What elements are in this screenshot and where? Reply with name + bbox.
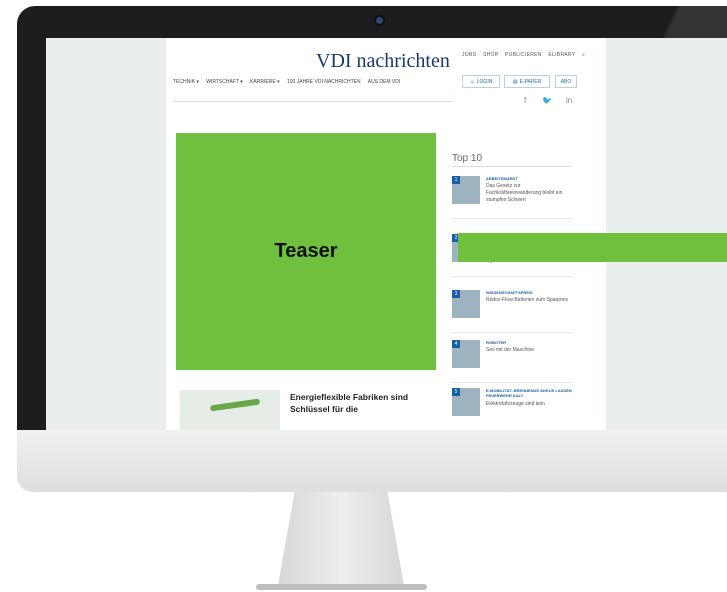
top10-item-number: 4 — [452, 340, 460, 348]
camera-icon — [376, 17, 383, 24]
logo-prefix: VDI — [316, 50, 352, 72]
epaper-button[interactable]: ▤ E-PAPER — [504, 75, 550, 88]
login-button[interactable]: ☺ LOGIN — [462, 75, 500, 88]
top10-item[interactable]: 3 WISSENSCHAFTSPREIS Redox-Flow-Batterie… — [452, 290, 577, 336]
nav-item-100-jahre[interactable]: 100 JAHRE VDI NACHRICHTEN — [287, 79, 361, 85]
top10-item-category: ARBEITSMARKT — [486, 176, 518, 181]
site-logo[interactable]: VDI nachrichten — [316, 50, 450, 73]
nav-item-technik[interactable]: TECHNIK ▾ — [173, 79, 199, 85]
epaper-label: E-PAPER — [519, 78, 542, 85]
top10-item-category: WISSENSCHAFTSPREIS — [486, 290, 533, 295]
nav-divider — [173, 101, 453, 102]
nav-item-wirtschaft[interactable]: WIRTSCHAFT ▾ — [206, 79, 243, 85]
utility-link-jobs[interactable]: JOBS — [462, 52, 476, 58]
top10-item-category: ROBOTER — [486, 340, 506, 345]
screen: VDI nachrichten JOBS SHOP PUBLICIEREN EL… — [46, 38, 727, 430]
teaser-label: Teaser — [274, 240, 338, 262]
top10-item-number: 1 — [452, 176, 460, 184]
logo-suffix: nachrichten — [351, 50, 450, 72]
top10-heading: Top 10 — [452, 153, 483, 164]
article-title[interactable]: Energieflexible Fabriken sind Schlüssel … — [290, 391, 430, 415]
top10-item-title: Sex mit der Maschine — [486, 347, 535, 353]
login-label: LOGIN — [476, 78, 493, 85]
search-icon[interactable]: ⌕ — [582, 52, 585, 58]
teaser-placeholder[interactable]: Teaser — [176, 133, 436, 370]
highlight-bar — [458, 233, 727, 262]
monitor-stand-base — [256, 584, 427, 590]
twitter-icon[interactable]: 🐦 — [542, 96, 552, 105]
utility-link-publicieren[interactable]: PUBLICIEREN — [505, 52, 542, 58]
top10-item-number: 5 — [452, 388, 460, 396]
linkedin-icon[interactable]: in — [566, 96, 572, 105]
nav-item-aus-dem-vdi[interactable]: AUS DEM VDI — [368, 79, 401, 85]
top10-item-title: Elektrofahrzeuge sind kein — [486, 401, 545, 407]
utility-link-elibrary[interactable]: ELIBRARY — [548, 52, 575, 58]
nav-item-karriere[interactable]: KARRIERE ▾ — [250, 79, 279, 85]
abo-label: ABO — [560, 78, 572, 85]
abo-button[interactable]: ABO — [555, 75, 577, 88]
top10-item[interactable]: 5 E-MOBILITÄT: BRENNENDE AKKUS LASSEN FE… — [452, 388, 577, 430]
top10-item-category: E-MOBILITÄT: BRENNENDE AKKUS LASSEN FEUE… — [486, 388, 572, 398]
monitor-chin — [17, 430, 727, 492]
user-icon: ☺ — [469, 78, 475, 85]
top10-item[interactable]: 4 ROBOTER Sex mit der Maschine — [452, 340, 577, 386]
top10-item-title: Das Gesetz zur Fachkräfteeinwanderung bl… — [486, 183, 563, 203]
top10-item-number: 3 — [452, 290, 460, 298]
article-image[interactable] — [180, 390, 280, 430]
top10-item[interactable]: 1 ARBEITSMARKT Das Gesetz zur Fachkräfte… — [452, 176, 577, 222]
facebook-icon[interactable]: f — [524, 96, 526, 105]
utility-nav: JOBS SHOP PUBLICIEREN ELIBRARY ⌕ — [462, 52, 590, 58]
top10-item-title: Redox-Flow-Batterien zum Sparpreis — [486, 297, 568, 303]
monitor-stand — [277, 492, 405, 586]
utility-link-shop[interactable]: SHOP — [483, 52, 498, 58]
newspaper-icon: ▤ — [512, 78, 518, 85]
top10-divider — [452, 166, 572, 167]
main-nav: TECHNIK ▾ WIRTSCHAFT ▾ KARRIERE ▾ 100 JA… — [173, 79, 406, 85]
